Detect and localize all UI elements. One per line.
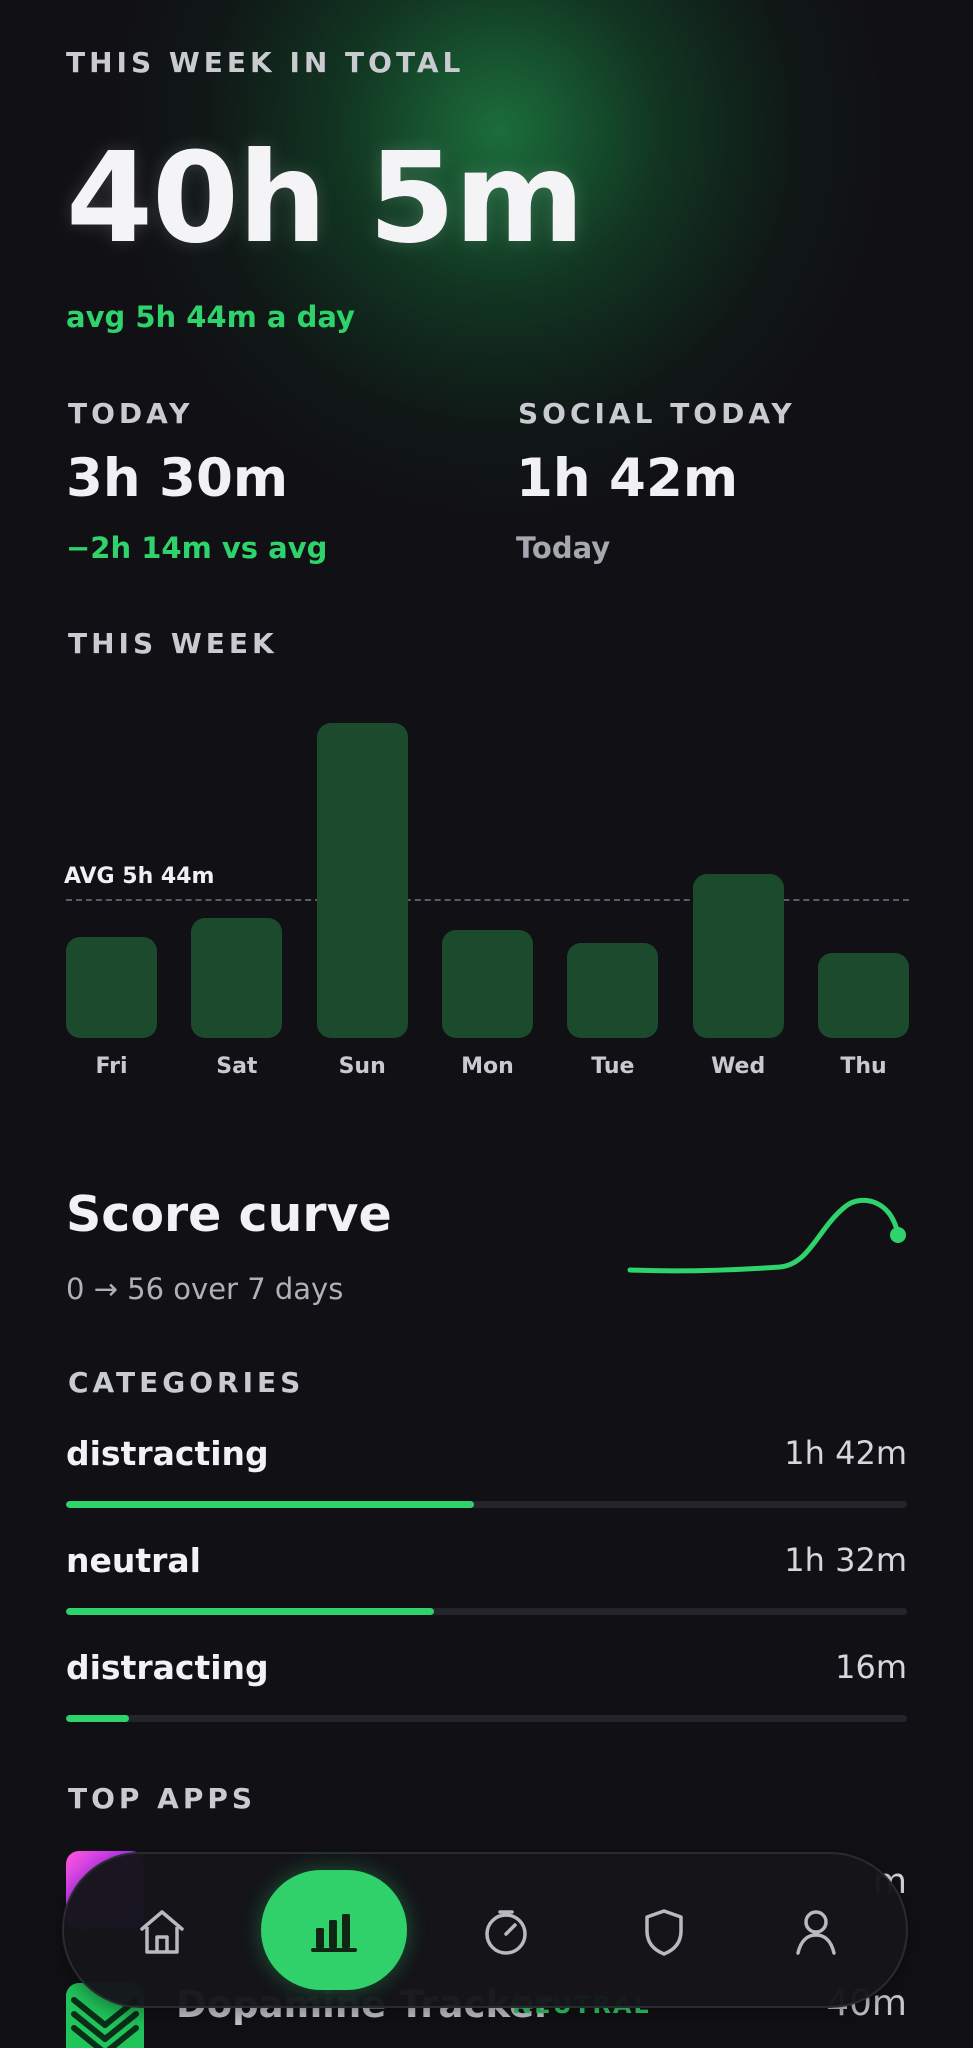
today-value: 3h 30m (66, 448, 289, 509)
score-curve-subtitle: 0 → 56 over 7 days (66, 1272, 344, 1306)
top-apps-label: TOP APPS (68, 1782, 257, 1815)
category-progress-track (66, 1501, 907, 1508)
chart-bar-sat (191, 918, 283, 1038)
chart-bar-fri (66, 936, 157, 1038)
weekly-total-eyebrow: THIS WEEK IN TOTAL (66, 46, 465, 79)
category-progress-fill (66, 1608, 434, 1615)
chart-day-label: Mon (461, 1054, 514, 1079)
chart-day-label: Thu (840, 1054, 887, 1079)
category-value: 1h 32m (784, 1541, 907, 1579)
stats-icon[interactable] (294, 1890, 374, 1970)
category-name: distracting (66, 1434, 269, 1473)
weekly-total-value: 40h 5m (66, 126, 585, 271)
category-progress-fill (66, 1501, 474, 1508)
score-curve-title: Score curve (66, 1186, 392, 1243)
category-name: distracting (66, 1648, 269, 1687)
chart-bar-mon (442, 930, 533, 1038)
bottom-navigation (62, 1852, 908, 2008)
chart-day-label: Tue (591, 1054, 635, 1079)
chart-day-label: Sat (216, 1054, 258, 1079)
shield-icon[interactable] (624, 1892, 704, 1972)
category-progress-track (66, 1608, 907, 1615)
screen-root: THIS WEEK IN TOTAL 40h 5m avg 5h 44m a d… (0, 0, 973, 2048)
social-today-value: 1h 42m (516, 448, 739, 509)
average-reference-label: AVG 5h 44m (64, 864, 215, 889)
this-week-label: THIS WEEK (68, 627, 278, 660)
weekly-average-text: avg 5h 44m a day (66, 300, 355, 334)
score-sparkline (626, 1192, 912, 1274)
category-value: 1h 42m (784, 1434, 907, 1472)
category-name: neutral (66, 1541, 201, 1580)
category-value: 16m (835, 1648, 907, 1686)
social-today-subtext: Today (516, 531, 611, 565)
chart-bar-wed (692, 874, 784, 1038)
today-label: TODAY (68, 397, 194, 430)
category-progress-track (66, 1715, 907, 1722)
categories-label: CATEGORIES (68, 1366, 305, 1399)
chart-day-label: Sun (338, 1054, 386, 1079)
chart-bar-thu (818, 952, 909, 1038)
chart-bar-sun (316, 723, 408, 1038)
today-delta: −2h 14m vs avg (66, 531, 328, 565)
social-today-label: SOCIAL TODAY (518, 397, 796, 430)
chart-day-label: Wed (711, 1054, 766, 1079)
profile-icon[interactable] (776, 1892, 856, 1972)
category-progress-fill (66, 1715, 130, 1722)
timer-icon[interactable] (466, 1892, 546, 1972)
chart-bar-tue (567, 943, 659, 1038)
home-icon[interactable] (122, 1892, 202, 1972)
chart-day-label: Fri (95, 1054, 128, 1079)
